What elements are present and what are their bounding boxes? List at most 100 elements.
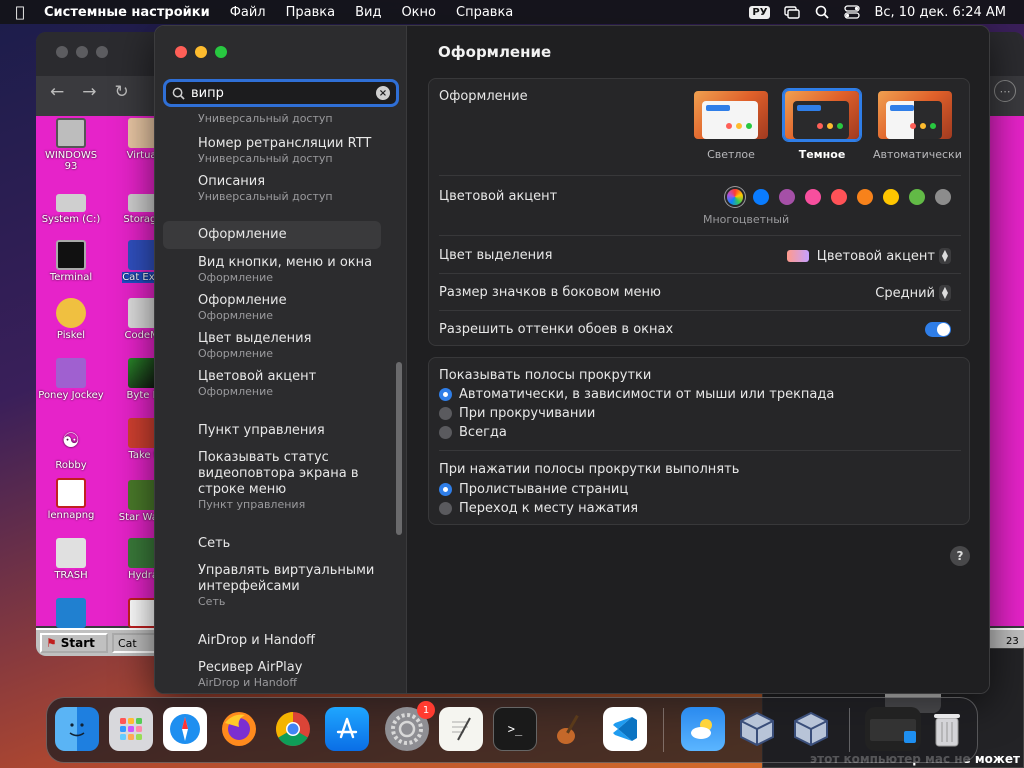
menu-app-name[interactable]: Системные настройки xyxy=(40,5,220,20)
click-scrollbar-label: При нажатии полосы прокрутки выполнять xyxy=(439,462,740,477)
accent-selected-label: Многоцветный xyxy=(703,213,790,226)
menu-window[interactable]: Окно xyxy=(391,5,446,20)
close-window-icon[interactable] xyxy=(175,46,187,58)
minimize-window-icon[interactable] xyxy=(195,46,207,58)
chrome-icon[interactable] xyxy=(271,707,315,751)
menu-edit[interactable]: Правка xyxy=(276,5,345,20)
clear-search-icon[interactable]: × xyxy=(376,86,390,100)
desktop-icon-poney-jockey[interactable]: Poney Jockey xyxy=(38,358,104,401)
weather-icon[interactable] xyxy=(681,707,725,751)
result-item-accent-color[interactable]: Цветовой акцент Оформление xyxy=(163,369,381,398)
theme-light-option[interactable]: Светлое xyxy=(689,89,773,161)
click-scrollbar-option-spot[interactable]: Переход к месту нажатия xyxy=(439,501,638,516)
desktop-icon-robby[interactable]: ☯ Robby xyxy=(38,428,104,471)
accent-swatch-red[interactable] xyxy=(831,189,847,205)
desktop-icon-system-c[interactable]: System (C:) xyxy=(38,184,104,225)
reload-icon[interactable]: ↻ xyxy=(115,82,129,102)
result-item-airplay-receiver[interactable]: Ресивер AirPlay AirDrop и Handoff xyxy=(163,660,381,689)
system-settings-window: × Универсальный доступ Номер ретрансляци… xyxy=(154,25,990,694)
zoom-window-icon[interactable] xyxy=(215,46,227,58)
click-scrollbar-option-page[interactable]: Пролистывание страниц xyxy=(439,482,628,497)
help-button[interactable]: ? xyxy=(950,546,970,566)
accent-swatch-yellow[interactable] xyxy=(883,189,899,205)
sidebar-icon-size-popup[interactable]: Средний ▲ ▼ xyxy=(875,285,951,301)
result-item-buttons-menus-windows[interactable]: Вид кнопки, меню и окна Оформление xyxy=(163,255,381,284)
result-item-appearance-selected[interactable]: Оформление xyxy=(163,221,381,249)
result-item-virtual-interfaces[interactable]: Управлять виртуальными интерфейсами Сеть xyxy=(163,563,381,608)
firefox-icon[interactable] xyxy=(217,707,261,751)
result-item-mirroring-status[interactable]: Показывать статус видеоповтора экрана в … xyxy=(163,450,381,511)
menu-view[interactable]: Вид xyxy=(345,5,391,20)
highlight-color-popup[interactable]: Цветовой акцент ▲ ▼ xyxy=(786,248,951,264)
accent-swatch-green[interactable] xyxy=(909,189,925,205)
spotlight-search-icon[interactable] xyxy=(814,5,830,19)
desktop-icon-dolphin[interactable] xyxy=(38,598,104,630)
system-settings-icon[interactable]: 1 xyxy=(385,701,435,751)
desktop-icon-piskel[interactable]: Piskel xyxy=(38,298,104,341)
screen-mirroring-icon[interactable] xyxy=(784,5,801,19)
result-item-network[interactable]: Сеть xyxy=(163,536,381,552)
desktop-icon-windows93[interactable]: WINDOWS 93 xyxy=(38,118,104,172)
scrollbars-panel: Показывать полосы прокрутки Автоматическ… xyxy=(428,357,970,525)
sidebar-scrollbar[interactable] xyxy=(396,362,402,535)
app-store-icon[interactable] xyxy=(325,707,369,751)
accent-swatch-orange[interactable] xyxy=(857,189,873,205)
desktop-icon-trash[interactable]: TRASH xyxy=(38,538,104,581)
virtualbox-icon[interactable] xyxy=(735,707,779,751)
forward-arrow-icon[interactable]: → xyxy=(82,82,96,102)
scrollbars-option-auto[interactable]: Автоматически, в зависимости от мыши или… xyxy=(439,387,834,402)
vscode-icon[interactable] xyxy=(603,707,647,751)
safari-icon[interactable] xyxy=(163,707,207,751)
minimized-window-icon[interactable] xyxy=(865,707,921,751)
scrollbars-option-when-scrolling[interactable]: При прокручивании xyxy=(439,406,595,421)
sidebar-icon-size-label: Размер значков в боковом меню xyxy=(439,285,661,300)
theme-dark-thumbnail xyxy=(783,89,861,141)
result-item-control-center[interactable]: Пункт управления xyxy=(163,423,381,439)
accent-swatch-graphite[interactable] xyxy=(935,189,951,205)
theme-dark-option[interactable]: Темное xyxy=(780,89,864,161)
radio-button[interactable] xyxy=(439,483,452,496)
start-button[interactable]: ⚑ Start xyxy=(40,633,108,653)
theme-auto-option[interactable]: Автоматически xyxy=(873,89,962,161)
control-center-icon[interactable] xyxy=(844,5,861,19)
result-item-airdrop-handoff[interactable]: AirDrop и Handoff xyxy=(163,633,381,649)
desktop-icon-lennapng[interactable]: lennapng xyxy=(38,478,104,521)
search-input[interactable] xyxy=(191,85,376,101)
scrollbars-option-always[interactable]: Всегда xyxy=(439,425,507,440)
input-source-badge[interactable]: РУ xyxy=(749,5,771,19)
menu-clock[interactable]: Вс, 10 дек. 6:24 AM xyxy=(874,5,1006,20)
more-options-icon[interactable]: ⋯ xyxy=(994,80,1016,102)
back-arrow-icon[interactable]: ← xyxy=(50,82,64,102)
result-item[interactable]: Универсальный доступ xyxy=(163,114,381,125)
accent-swatch-blue[interactable] xyxy=(753,189,769,205)
desktop-icon-terminal[interactable]: Terminal xyxy=(38,240,104,283)
accent-color-row: Цветовой акцент Многоцветный xyxy=(439,189,961,226)
accent-swatch-purple[interactable] xyxy=(779,189,795,205)
launchpad-icon[interactable] xyxy=(109,707,153,751)
window-controls xyxy=(175,46,227,58)
radio-button[interactable] xyxy=(439,426,452,439)
virtualbox-vm-icon[interactable] xyxy=(789,707,833,751)
menu-help[interactable]: Справка xyxy=(446,5,523,20)
result-item-highlight-color[interactable]: Цвет выделения Оформление xyxy=(163,331,381,360)
result-item-descriptions[interactable]: Описания Универсальный доступ xyxy=(163,174,381,203)
radio-button[interactable] xyxy=(439,407,452,420)
trash-icon[interactable] xyxy=(925,707,969,751)
accent-swatches xyxy=(727,189,951,205)
search-field[interactable]: × xyxy=(163,79,399,107)
garageband-icon[interactable] xyxy=(547,707,591,751)
radio-button[interactable] xyxy=(439,502,452,515)
accent-swatch-pink[interactable] xyxy=(805,189,821,205)
menu-file[interactable]: Файл xyxy=(220,5,276,20)
textedit-icon[interactable] xyxy=(439,707,483,751)
sidebar-icon-size-row: Размер значков в боковом меню Средний ▲ ▼ xyxy=(439,285,961,301)
result-item-rtt[interactable]: Номер ретрансляции RTT Универсальный дос… xyxy=(163,136,381,165)
radio-button[interactable] xyxy=(439,388,452,401)
accent-swatch-multicolor[interactable] xyxy=(727,189,743,205)
wallpaper-tinting-toggle[interactable] xyxy=(925,322,951,337)
apple-menu-icon[interactable]:  xyxy=(0,3,40,21)
result-item-appearance[interactable]: Оформление Оформление xyxy=(163,293,381,322)
terminal-icon[interactable]: >_ xyxy=(493,707,537,751)
wallpaper-tinting-row: Разрешить оттенки обоев в окнах xyxy=(439,322,961,337)
finder-icon[interactable] xyxy=(55,707,99,751)
